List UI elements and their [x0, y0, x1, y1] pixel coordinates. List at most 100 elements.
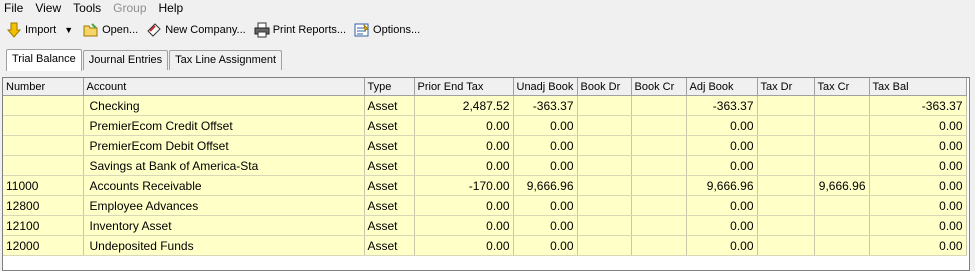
cell-prior-end-tax[interactable]: 0.00 — [414, 115, 514, 136]
cell-tax-bal[interactable]: 0.00 — [869, 115, 967, 136]
open-button[interactable]: Open... — [79, 19, 142, 41]
cell-book-dr[interactable] — [577, 115, 632, 136]
col-number[interactable]: Number — [3, 78, 84, 96]
cell-tax-dr[interactable] — [757, 155, 815, 176]
cell-tax-cr[interactable] — [814, 235, 870, 256]
cell-book-dr[interactable] — [577, 235, 632, 256]
cell-book-cr[interactable] — [631, 135, 687, 156]
cell-account[interactable]: PremierEcom Credit Offset — [83, 115, 365, 136]
col-prior-end-tax[interactable]: Prior End Tax — [414, 78, 514, 96]
import-button[interactable]: Import — [2, 19, 60, 41]
tab-trial-balance[interactable]: Trial Balance — [6, 49, 82, 71]
cell-tax-cr[interactable] — [814, 195, 870, 216]
new-company-button[interactable]: New Company... — [142, 19, 250, 41]
cell-book-dr[interactable] — [577, 215, 632, 236]
tab-journal-entries[interactable]: Journal Entries — [82, 50, 169, 70]
cell-account[interactable]: PremierEcom Debit Offset — [83, 135, 365, 156]
col-type[interactable]: Type — [364, 78, 415, 96]
cell-book-dr[interactable] — [577, 135, 632, 156]
cell-number[interactable] — [3, 95, 84, 116]
table-row[interactable]: Savings at Bank of America-Sta Asset 0.00 0… — [3, 155, 967, 176]
cell-unadj-book[interactable]: 0.00 — [513, 155, 578, 176]
cell-number[interactable]: 12800 — [3, 195, 84, 216]
cell-account[interactable]: Inventory Asset — [83, 215, 365, 236]
options-button[interactable]: Options... — [350, 19, 424, 41]
tab-tax-line-assignment[interactable]: Tax Line Assignment — [169, 50, 283, 70]
cell-adj-book[interactable]: 0.00 — [686, 155, 758, 176]
cell-account[interactable]: Checking — [83, 95, 365, 116]
cell-tax-dr[interactable] — [757, 215, 815, 236]
cell-tax-bal[interactable]: -363.37 — [869, 95, 967, 116]
cell-tax-dr[interactable] — [757, 115, 815, 136]
menu-help[interactable]: Help — [153, 0, 190, 16]
table-row[interactable]: 11000 Accounts Receivable Asset -170.00 9,66… — [3, 175, 967, 196]
cell-tax-dr[interactable] — [757, 95, 815, 116]
menu-group[interactable]: Group — [107, 0, 152, 16]
cell-number[interactable] — [3, 155, 84, 176]
col-account[interactable]: Account — [83, 78, 365, 96]
cell-adj-book[interactable]: 0.00 — [686, 135, 758, 156]
cell-unadj-book[interactable]: -363.37 — [513, 95, 578, 116]
cell-book-dr[interactable] — [577, 195, 632, 216]
cell-unadj-book[interactable]: 0.00 — [513, 195, 578, 216]
cell-tax-bal[interactable]: 0.00 — [869, 215, 967, 236]
cell-tax-dr[interactable] — [757, 175, 815, 196]
col-adj-book[interactable]: Adj Book — [686, 78, 758, 96]
cell-type[interactable]: Asset — [364, 235, 415, 256]
menu-view[interactable]: View — [29, 0, 67, 16]
cell-prior-end-tax[interactable]: 0.00 — [414, 215, 514, 236]
cell-type[interactable]: Asset — [364, 155, 415, 176]
cell-tax-bal[interactable]: 0.00 — [869, 135, 967, 156]
cell-book-cr[interactable] — [631, 235, 687, 256]
cell-tax-cr[interactable] — [814, 215, 870, 236]
table-row[interactable]: PremierEcom Credit Offset Asset 0.00 0.00 0.… — [3, 115, 967, 136]
cell-tax-bal[interactable]: 0.00 — [869, 155, 967, 176]
cell-unadj-book[interactable]: 0.00 — [513, 115, 578, 136]
cell-tax-dr[interactable] — [757, 235, 815, 256]
cell-tax-bal[interactable]: 0.00 — [869, 175, 967, 196]
cell-prior-end-tax[interactable]: 0.00 — [414, 235, 514, 256]
col-unadj-book[interactable]: Unadj Book — [513, 78, 578, 96]
cell-tax-cr[interactable]: 9,666.96 — [814, 175, 870, 196]
cell-account[interactable]: Accounts Receivable — [83, 175, 365, 196]
print-reports-button[interactable]: Print Reports... — [250, 19, 350, 41]
cell-adj-book[interactable]: 0.00 — [686, 215, 758, 236]
cell-account[interactable]: Undeposited Funds — [83, 235, 365, 256]
cell-book-cr[interactable] — [631, 195, 687, 216]
cell-prior-end-tax[interactable]: 2,487.52 — [414, 95, 514, 116]
cell-book-dr[interactable] — [577, 175, 632, 196]
cell-adj-book[interactable]: 9,666.96 — [686, 175, 758, 196]
cell-book-dr[interactable] — [577, 95, 632, 116]
col-tax-dr[interactable]: Tax Dr — [757, 78, 815, 96]
cell-number[interactable] — [3, 115, 84, 136]
import-dropdown-icon[interactable]: ▼ — [60, 25, 79, 35]
col-tax-cr[interactable]: Tax Cr — [814, 78, 870, 96]
cell-tax-cr[interactable] — [814, 135, 870, 156]
col-tax-bal[interactable]: Tax Bal — [869, 78, 967, 96]
cell-type[interactable]: Asset — [364, 135, 415, 156]
cell-adj-book[interactable]: 0.00 — [686, 235, 758, 256]
cell-unadj-book[interactable]: 0.00 — [513, 135, 578, 156]
cell-prior-end-tax[interactable]: 0.00 — [414, 155, 514, 176]
col-book-dr[interactable]: Book Dr — [577, 78, 632, 96]
cell-type[interactable]: Asset — [364, 175, 415, 196]
cell-number[interactable]: 12100 — [3, 215, 84, 236]
cell-number[interactable] — [3, 135, 84, 156]
cell-unadj-book[interactable]: 0.00 — [513, 215, 578, 236]
cell-type[interactable]: Asset — [364, 195, 415, 216]
cell-book-cr[interactable] — [631, 215, 687, 236]
cell-adj-book[interactable]: 0.00 — [686, 115, 758, 136]
table-row[interactable]: 12100 Inventory Asset Asset 0.00 0.00 0.00 0.0… — [3, 215, 967, 236]
cell-adj-book[interactable]: -363.37 — [686, 95, 758, 116]
cell-prior-end-tax[interactable]: 0.00 — [414, 195, 514, 216]
cell-book-cr[interactable] — [631, 95, 687, 116]
cell-book-cr[interactable] — [631, 155, 687, 176]
cell-tax-cr[interactable] — [814, 95, 870, 116]
cell-tax-cr[interactable] — [814, 115, 870, 136]
cell-type[interactable]: Asset — [364, 215, 415, 236]
cell-unadj-book[interactable]: 0.00 — [513, 235, 578, 256]
table-row[interactable]: 12800 Employee Advances Asset 0.00 0.00 0.00 0… — [3, 195, 967, 216]
cell-tax-dr[interactable] — [757, 135, 815, 156]
cell-account[interactable]: Employee Advances — [83, 195, 365, 216]
cell-account[interactable]: Savings at Bank of America-Sta — [83, 155, 365, 176]
